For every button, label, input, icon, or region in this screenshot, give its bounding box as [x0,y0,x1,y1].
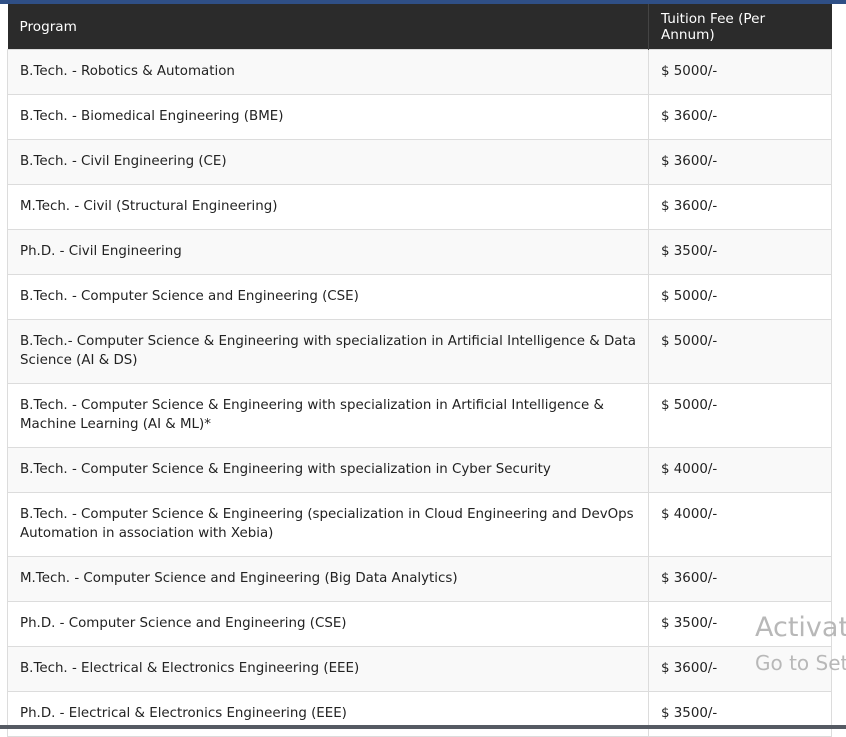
program-cell: M.Tech. - Civil (Structural Engineering) [7,184,649,230]
program-cell: Ph.D. - Civil Engineering [7,229,649,275]
table-row: B.Tech. - Electrical & Electronics Engin… [7,646,832,692]
fee-cell: $ 5000/- [648,49,832,95]
program-cell: B.Tech. - Computer Science and Engineeri… [7,274,649,320]
program-cell: B.Tech. - Biomedical Engineering (BME) [7,94,649,140]
fee-cell: $ 3500/- [648,229,832,275]
table-row: B.Tech. - Computer Science & Engineering… [7,492,832,557]
fee-cell: $ 4000/- [648,447,832,493]
program-cell: B.Tech. - Civil Engineering (CE) [7,139,649,185]
program-cell: M.Tech. - Computer Science and Engineeri… [7,556,649,602]
tuition-fee-table-container: Program Tuition Fee (Per Annum) B.Tech. … [7,4,832,737]
program-cell: Ph.D. - Electrical & Electronics Enginee… [7,691,649,737]
table-row: M.Tech. - Computer Science and Engineeri… [7,556,832,602]
table-row: B.Tech. - Biomedical Engineering (BME) $… [7,94,832,140]
program-cell: Ph.D. - Computer Science and Engineering… [7,601,649,647]
fee-cell: $ 3600/- [648,94,832,140]
table-row: B.Tech. - Robotics & Automation $ 5000/- [7,49,832,95]
table-row: B.Tech. - Civil Engineering (CE) $ 3600/… [7,139,832,185]
column-header-tuition-fee: Tuition Fee (Per Annum) [648,4,832,50]
table-row: Ph.D. - Computer Science and Engineering… [7,601,832,647]
fee-cell: $ 5000/- [648,383,832,448]
fee-cell: $ 3500/- [648,601,832,647]
table-header-row: Program Tuition Fee (Per Annum) [7,4,832,50]
program-cell: B.Tech. - Computer Science & Engineering… [7,447,649,493]
program-cell: B.Tech.- Computer Science & Engineering … [7,319,649,384]
fee-cell: $ 3500/- [648,691,832,737]
fee-cell: $ 3600/- [648,556,832,602]
program-cell: B.Tech. - Computer Science & Engineering… [7,383,649,448]
table-row: B.Tech. - Computer Science & Engineering… [7,447,832,493]
table-row: B.Tech. - Computer Science & Engineering… [7,383,832,448]
table-row: B.Tech. - Computer Science and Engineeri… [7,274,832,320]
fee-cell: $ 4000/- [648,492,832,557]
program-cell: B.Tech. - Electrical & Electronics Engin… [7,646,649,692]
table-row: Ph.D. - Civil Engineering $ 3500/- [7,229,832,275]
tuition-fee-table: Program Tuition Fee (Per Annum) B.Tech. … [7,4,832,737]
taskbar-edge [0,725,846,729]
fee-cell: $ 5000/- [648,319,832,384]
fee-cell: $ 3600/- [648,139,832,185]
table-row: M.Tech. - Civil (Structural Engineering)… [7,184,832,230]
program-cell: B.Tech. - Computer Science & Engineering… [7,492,649,557]
program-cell: B.Tech. - Robotics & Automation [7,49,649,95]
table-row: B.Tech.- Computer Science & Engineering … [7,319,832,384]
column-header-program: Program [7,4,649,50]
fee-cell: $ 3600/- [648,646,832,692]
table-row: Ph.D. - Electrical & Electronics Enginee… [7,691,832,737]
fee-cell: $ 5000/- [648,274,832,320]
fee-cell: $ 3600/- [648,184,832,230]
